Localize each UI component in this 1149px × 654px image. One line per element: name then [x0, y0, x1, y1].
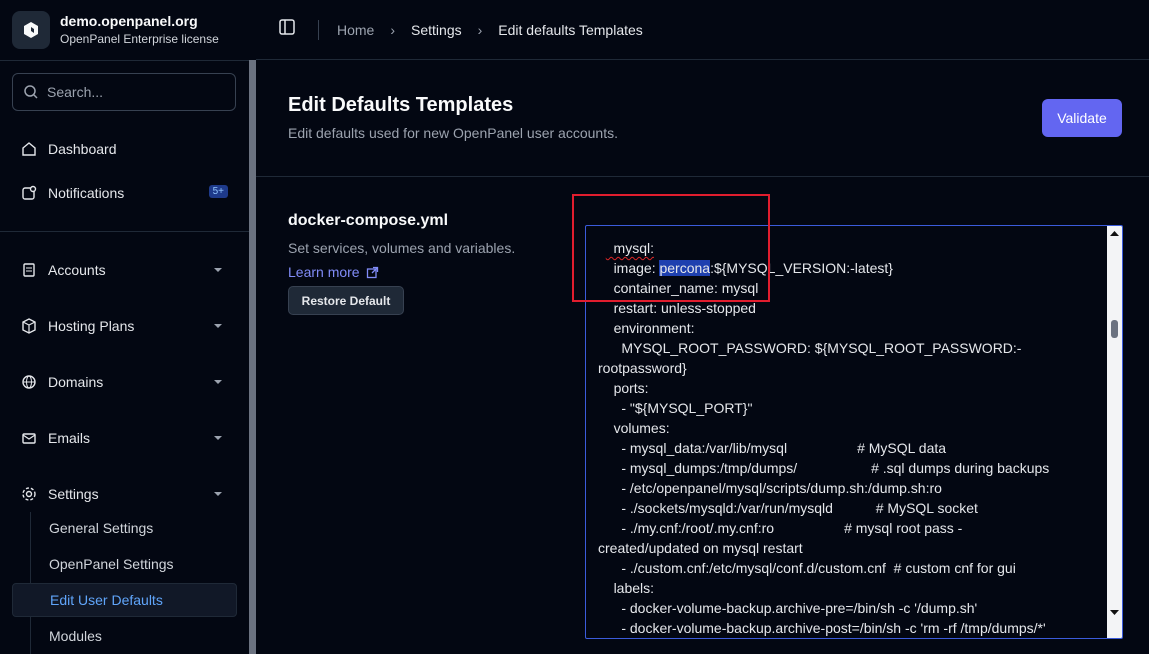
editor-scrollbar[interactable]: [1107, 226, 1122, 638]
code-line: created/updated on mysql restart: [598, 540, 803, 556]
section-description: Set services, volumes and variables.: [288, 240, 516, 256]
section-title: docker-compose.yml: [288, 212, 449, 229]
learn-more-link[interactable]: Learn more: [288, 264, 379, 280]
sidebar-scrollbar[interactable]: [249, 60, 256, 654]
chevron-right-icon: ›: [477, 21, 483, 38]
chevron-right-icon: ›: [390, 21, 396, 38]
divider: [256, 176, 1149, 177]
nav-dashboard-label: Dashboard: [48, 141, 117, 157]
code-line: - mysql_dumps:/tmp/dumps/ # .sql dumps d…: [598, 460, 1050, 476]
nav-settings[interactable]: Settings: [12, 476, 236, 512]
sidebar-item-edit-user-defaults[interactable]: Edit User Defaults: [12, 583, 237, 617]
topbar: Home › Settings › Edit defaults Template…: [256, 0, 1149, 60]
brand-title: demo.openpanel.org: [60, 13, 198, 29]
chevron-down-icon: [214, 380, 222, 384]
scroll-down-icon[interactable]: [1110, 609, 1119, 616]
scroll-up-icon[interactable]: [1110, 230, 1119, 237]
sidebar-toggle-icon[interactable]: [278, 18, 296, 41]
nav-dashboard[interactable]: Dashboard: [12, 131, 236, 167]
chevron-down-icon: [214, 492, 222, 496]
chevron-down-icon: [214, 268, 222, 272]
search-placeholder: Search...: [47, 84, 104, 100]
nav-notifications-label: Notifications: [48, 185, 125, 201]
nav-accounts-label: Accounts: [48, 262, 106, 278]
nav-settings-label: Settings: [48, 486, 99, 502]
page-title: Edit Defaults Templates: [288, 94, 514, 116]
divider: [318, 19, 319, 40]
learn-more-label: Learn more: [288, 264, 360, 280]
divider: [0, 60, 249, 61]
sidebar-item-modules[interactable]: Modules: [12, 619, 237, 653]
external-link-icon: [366, 266, 378, 278]
code-line: ports:: [598, 380, 649, 396]
code-line: - "${MYSQL_PORT}": [598, 400, 753, 416]
chevron-down-icon: [214, 436, 222, 440]
brand-subtitle: OpenPanel Enterprise license: [60, 32, 219, 46]
package-icon: [20, 317, 38, 335]
nav-domains-label: Domains: [48, 374, 104, 390]
nav-domains[interactable]: Domains: [12, 364, 236, 400]
sidebar-item-openpanel-settings[interactable]: OpenPanel Settings: [12, 547, 237, 581]
validate-button[interactable]: Validate: [1042, 99, 1122, 137]
sidebar: demo.openpanel.org OpenPanel Enterprise …: [0, 0, 249, 654]
code-line: environment:: [598, 320, 695, 336]
code-line: - ./my.cnf:/root/.my.cnf:ro # mysql root…: [598, 520, 963, 536]
code-line: - ./custom.cnf:/etc/mysql/conf.d/custom.…: [598, 560, 1016, 576]
nav-accounts[interactable]: Accounts: [12, 252, 236, 288]
gear-icon: [20, 485, 38, 503]
page-description: Edit defaults used for new OpenPanel use…: [288, 125, 618, 141]
code-line: volumes:: [598, 420, 670, 436]
code-line: labels:: [598, 580, 655, 596]
search-input[interactable]: Search...: [12, 73, 236, 111]
nav-emails[interactable]: Emails: [12, 420, 236, 456]
globe-icon: [20, 373, 38, 391]
chevron-down-icon: [214, 324, 222, 328]
code-line: - docker-volume-backup.archive-post=/bin…: [598, 620, 1046, 636]
accounts-icon: [20, 261, 38, 279]
code-line: - docker-volume-backup.archive-pre=/bin/…: [598, 600, 978, 616]
divider: [0, 231, 249, 232]
notifications-badge: 5+: [208, 185, 228, 198]
breadcrumb-settings[interactable]: Settings: [411, 22, 462, 38]
code-line: - ./sockets/mysqld:/var/run/mysqld # MyS…: [598, 500, 978, 516]
breadcrumb: Home › Settings › Edit defaults Template…: [337, 22, 643, 38]
breadcrumb-home[interactable]: Home: [337, 22, 374, 38]
editor-scroll-thumb[interactable]: [1111, 320, 1118, 338]
highlight-box: [572, 194, 770, 302]
home-icon: [20, 140, 38, 158]
sidebar-item-general-settings[interactable]: General Settings: [12, 511, 237, 545]
code-line: - /etc/openpanel/mysql/scripts/dump.sh:/…: [598, 480, 942, 496]
nav-emails-label: Emails: [48, 430, 91, 446]
code-line: rootpassword}: [598, 360, 687, 376]
nav-notifications[interactable]: Notifications 5+: [12, 175, 236, 211]
mail-icon: [20, 429, 38, 447]
search-icon: [24, 85, 38, 99]
notification-icon: [20, 184, 38, 202]
brand[interactable]: demo.openpanel.org OpenPanel Enterprise …: [0, 0, 256, 60]
nav-hosting-plans-label: Hosting Plans: [48, 318, 135, 334]
code-line: - mysql_data:/var/lib/mysql # MySQL data: [598, 440, 947, 456]
restore-default-button[interactable]: Restore Default: [288, 286, 404, 315]
breadcrumb-current: Edit defaults Templates: [498, 21, 643, 38]
openpanel-logo-icon: [12, 11, 50, 49]
nav-hosting-plans[interactable]: Hosting Plans: [12, 308, 236, 344]
code-line: MYSQL_ROOT_PASSWORD: ${MYSQL_ROOT_PASSWO…: [598, 340, 1022, 356]
